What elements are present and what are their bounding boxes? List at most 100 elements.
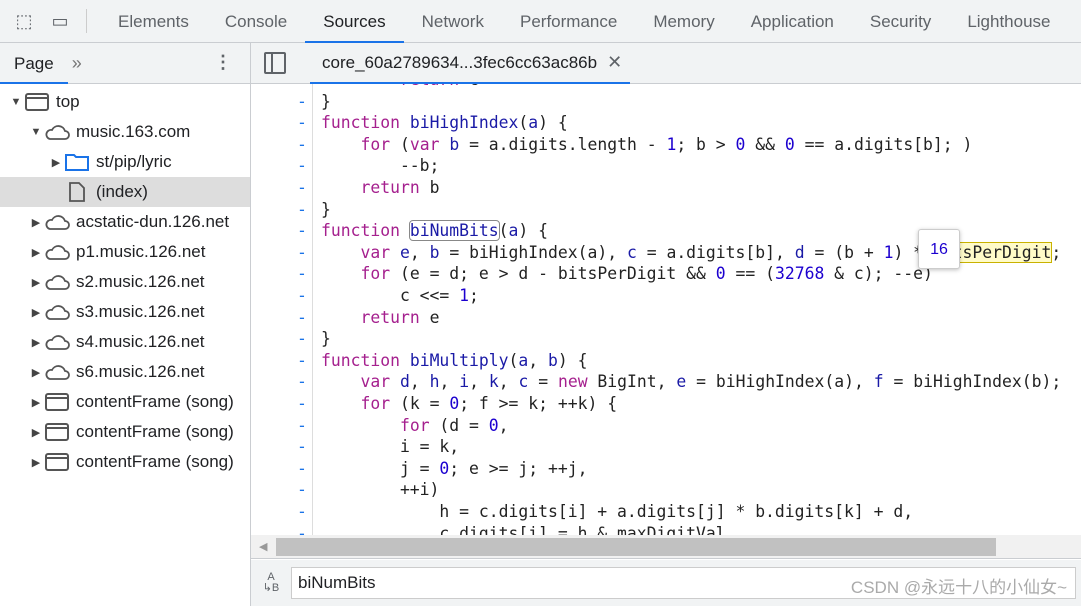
code-token: b [449,134,460,154]
scroll-left-icon[interactable]: ◀ [259,540,267,553]
gutter-mark[interactable]: - [297,328,307,350]
gutter-mark[interactable]: - [297,91,307,113]
code-text: } [321,328,331,350]
gutter-mark[interactable]: - [297,263,307,285]
collapse-arrow-icon[interactable]: ▶ [30,396,42,409]
code-token: = (b + [804,242,884,262]
code-token: , [469,372,489,392]
frame-icon [44,393,70,411]
tree-item[interactable]: ▶ p1.music.126.net [0,237,250,267]
gutter-mark[interactable]: - [297,501,307,523]
code-text: return b [321,177,439,199]
tab-security[interactable]: Security [852,0,949,43]
gutter-mark[interactable]: - [297,415,307,437]
collapse-arrow-icon[interactable]: ▶ [30,246,42,259]
code-token: a [528,113,539,133]
code-token: ( [508,350,519,370]
tree-item[interactable]: ▶ contentFrame (song) [0,387,250,417]
tree-item[interactable]: ▶ contentFrame (song) [0,447,250,477]
tree-item[interactable]: ▶ s2.music.126.net [0,267,250,297]
tab-elements[interactable]: Elements [100,0,207,43]
tree-item[interactable]: ▶ acstatic-dun.126.net [0,207,250,237]
more-tabs-icon[interactable]: » [72,53,82,74]
kebab-menu-icon[interactable]: ⋮ [214,52,232,73]
gutter-mark[interactable]: - [297,112,307,134]
inspect-element-icon[interactable]: ⬚ [12,9,36,33]
code-line: - for (d = 0, [251,415,1081,437]
collapse-arrow-icon[interactable]: ▶ [30,276,42,289]
code-token: == ( [725,264,775,284]
collapse-arrow-icon[interactable]: ▶ [50,156,62,169]
tree-item[interactable]: ▶ s6.music.126.net [0,357,250,387]
collapse-arrow-icon[interactable]: ▶ [30,216,42,229]
code-token: 0 [488,415,499,435]
tab-console[interactable]: Console [207,0,305,43]
gutter-mark[interactable]: - [297,285,307,307]
tab-performance[interactable]: Performance [502,0,635,43]
tree-item[interactable]: ▼ top [0,87,250,117]
code-token: b [419,178,440,197]
code-line: - --b; [251,155,1081,177]
collapse-arrow-icon[interactable]: ▶ [30,336,42,349]
gutter-mark[interactable]: - [297,155,307,177]
tab-page[interactable]: Page [0,43,68,84]
tree-item[interactable]: ▶ contentFrame (song) [0,417,250,447]
tab-lighthouse[interactable]: Lighthouse [949,0,1068,43]
scrollbar-thumb[interactable] [276,538,996,556]
code-token: for [399,415,430,435]
code-text: for (k = 0; f >= k; ++k) { [321,393,617,415]
code-token: & c); --e) [824,264,933,284]
match-case-icon[interactable]: A ↳B [251,572,291,594]
expand-arrow-icon[interactable]: ▼ [30,126,42,138]
tree-item[interactable]: ▶ s4.music.126.net [0,327,250,357]
tab-application[interactable]: Application [733,0,852,43]
tab-network[interactable]: Network [404,0,502,43]
file-tab[interactable]: core_60a2789634...3fec6cc63ac86b ✕ [310,42,631,84]
gutter-mark[interactable]: - [297,307,307,329]
gutter-mark[interactable]: - [297,350,307,372]
gutter-mark[interactable]: - [297,199,307,221]
gutter-mark[interactable]: - [297,479,307,501]
code-token: (k = [390,394,450,413]
close-icon[interactable]: ✕ [607,42,622,83]
code-editor[interactable]: - return c-}-function biHighIndex(a) {- … [251,84,1081,535]
code-text: j = 0; e >= j; ++j, [321,458,588,480]
tree-item[interactable]: (index) [0,177,250,207]
gutter-mark[interactable]: - [297,436,307,458]
code-line: - var d, h, i, k, c = new BigInt, e = bi… [251,371,1081,393]
expand-arrow-icon[interactable]: ▼ [10,96,22,108]
code-token: ) { [518,221,548,241]
collapse-arrow-icon[interactable]: ▶ [30,456,42,469]
code-token: return [360,178,420,197]
code-line: - return b [251,177,1081,199]
toggle-navigator-icon[interactable] [264,52,286,74]
tab-memory[interactable]: Memory [635,0,732,43]
devtools-toolbar: ⬚ ▭ Elements Console Sources Network Perform… [0,0,1081,43]
tree-item[interactable]: ▶ s3.music.126.net [0,297,250,327]
code-token: 0 [439,458,450,478]
device-toolbar-icon[interactable]: ▭ [48,9,72,33]
code-line: - for (k = 0; f >= k; ++k) { [251,393,1081,415]
gutter-mark[interactable]: - [297,242,307,264]
gutter-mark[interactable]: - [297,393,307,415]
tree-item[interactable]: ▼ music.163.com [0,117,250,147]
tab-sources[interactable]: Sources [305,0,404,43]
collapse-arrow-icon[interactable]: ▶ [30,426,42,439]
code-token: ; b > [676,134,736,154]
gutter-mark[interactable]: - [297,523,307,535]
collapse-arrow-icon[interactable]: ▶ [30,306,42,319]
gutter-mark[interactable]: - [297,458,307,480]
gutter-mark[interactable]: - [297,220,307,242]
gutter-mark[interactable]: - [297,84,307,91]
collapse-arrow-icon[interactable]: ▶ [30,366,42,379]
horizontal-scrollbar[interactable]: ◀ [251,535,1081,559]
gutter-mark[interactable]: - [297,371,307,393]
code-token: e [419,307,440,327]
code-token: ) { [557,350,588,370]
gutter-mark[interactable]: - [297,177,307,199]
tree-item[interactable]: ▶ st/pip/lyric [0,147,250,177]
code-token: ; f >= k; ++k) { [459,394,618,413]
code-line: - ++i) [251,479,1081,501]
gutter-mark[interactable]: - [297,134,307,156]
